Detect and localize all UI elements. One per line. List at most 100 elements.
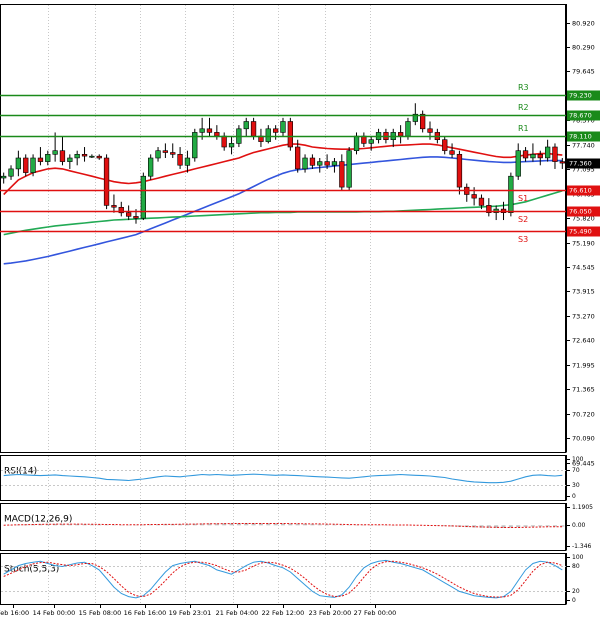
level-name-R2: R2: [518, 103, 529, 112]
candle-body: [449, 150, 455, 155]
candle-body: [162, 150, 168, 153]
level-tag-label-S3: 75.490: [569, 228, 592, 236]
candle-body: [559, 161, 565, 164]
candle-body: [133, 216, 139, 219]
ind-ytick-label: -1.346: [572, 543, 592, 550]
candle-body: [515, 150, 521, 177]
candle-body: [89, 155, 95, 158]
candle-body: [530, 154, 536, 159]
price-ytick-label: 75.190: [572, 240, 595, 248]
level-tag-label-S2: 76.050: [569, 208, 592, 216]
candle-body: [96, 155, 102, 159]
time-tick-label: 22 Feb 12:00: [262, 609, 305, 617]
level-name-R1: R1: [518, 124, 529, 133]
candle-body: [346, 150, 352, 188]
candle-body: [552, 146, 558, 162]
level-tag-label-R1: 78.110: [569, 133, 592, 141]
ind-ytick-label: 70: [572, 467, 580, 474]
candle-body: [228, 143, 235, 148]
candle-body: [148, 157, 154, 177]
price-ytick-label: 71.995: [572, 362, 595, 370]
level-name-S1: S1: [518, 194, 528, 203]
candle-body: [471, 194, 477, 199]
price-ytick-label: 80.290: [572, 44, 595, 52]
candle-body: [81, 154, 88, 157]
candle-body: [206, 128, 213, 133]
candle-body: [199, 128, 205, 133]
candle-body: [339, 161, 345, 188]
time-tick-label: 23 Feb 20:00: [309, 609, 352, 617]
candle-body: [324, 161, 330, 166]
candle-body: [45, 154, 51, 162]
candle-body: [478, 197, 485, 206]
candle-body: [126, 212, 132, 217]
candle-body: [15, 157, 21, 170]
candle-body: [537, 154, 543, 159]
ind-ytick-label: 0: [572, 597, 576, 604]
price-ytick-label: 77.740: [572, 142, 595, 150]
candle-body: [368, 139, 374, 144]
candle-body: [309, 157, 316, 166]
time-tick-label: 21 Feb 04:00: [216, 609, 259, 617]
chart-background: [0, 0, 600, 621]
candle-body: [427, 128, 433, 133]
candle-body: [405, 121, 411, 137]
price-ytick-label: 79.645: [572, 68, 595, 76]
time-tick-label: 14 Feb 00:00: [33, 609, 76, 617]
candle-body: [250, 121, 257, 137]
level-name-S3: S3: [518, 235, 528, 244]
candle-body: [74, 154, 80, 159]
candle-body: [522, 150, 529, 159]
candle-body: [419, 113, 426, 130]
candle-body: [30, 157, 36, 173]
candle-body: [155, 150, 161, 159]
ind-ytick-label: 1.1905: [572, 504, 593, 511]
time-tick-label: 16 Feb 16:00: [124, 609, 167, 617]
price-ytick-label: 80.920: [572, 20, 595, 28]
candle-body: [272, 128, 279, 133]
price-ytick-label: 71.365: [572, 386, 595, 394]
candle-body: [52, 150, 58, 155]
price-ytick-label: 70.090: [572, 435, 595, 443]
price-ytick-label: 73.915: [572, 288, 595, 296]
candle-body: [280, 121, 286, 133]
candle-body: [265, 128, 271, 142]
candle-body: [184, 157, 191, 166]
indicator-label: MACD(12,26,9): [4, 515, 72, 525]
candle-body: [67, 157, 73, 162]
price-ytick-label: 70.720: [572, 411, 595, 419]
ind-ytick-label: 100: [572, 456, 584, 463]
ind-ytick-label: 80: [572, 563, 580, 570]
level-name-R3: R3: [518, 83, 529, 92]
candle-body: [23, 157, 29, 173]
candle-body: [544, 146, 551, 159]
candle-body: [456, 154, 463, 188]
candle-body: [397, 132, 404, 137]
candle-body: [302, 157, 308, 170]
level-name-S2: S2: [518, 215, 528, 224]
price-ytick-label: 74.545: [572, 264, 595, 272]
time-tick-label: 19 Feb 23:01: [169, 609, 212, 617]
time-tick-label: 15 Feb 08:00: [79, 609, 122, 617]
chart-root: 80.92080.29079.64579.01578.37077.74077.0…: [0, 0, 600, 621]
price-ytick-label: 73.270: [572, 313, 595, 321]
time-tick-label: Feb 16:00: [0, 609, 29, 617]
candle-body: [331, 161, 338, 166]
candle-body: [243, 121, 249, 130]
last-price-label: 77.360: [569, 160, 592, 168]
level-tag-label-R2: 78.670: [569, 112, 592, 120]
candle-body: [59, 150, 66, 162]
candle-body: [170, 152, 176, 155]
candle-body: [8, 168, 14, 177]
candle-body: [287, 121, 293, 148]
time-tick-label: 27 Feb 00:00: [354, 609, 397, 617]
candle-body: [103, 157, 110, 206]
ind-ytick-label: 20: [572, 588, 580, 595]
candle-body: [111, 205, 117, 208]
candle-body: [353, 135, 360, 152]
ind-ytick-label: 30: [572, 482, 580, 489]
candle-body: [177, 154, 183, 166]
level-tag-label-R3: 79.230: [569, 92, 592, 100]
ind-ytick-label: 0.00: [572, 522, 586, 529]
level-tag-label-S1: 76.610: [569, 187, 592, 195]
